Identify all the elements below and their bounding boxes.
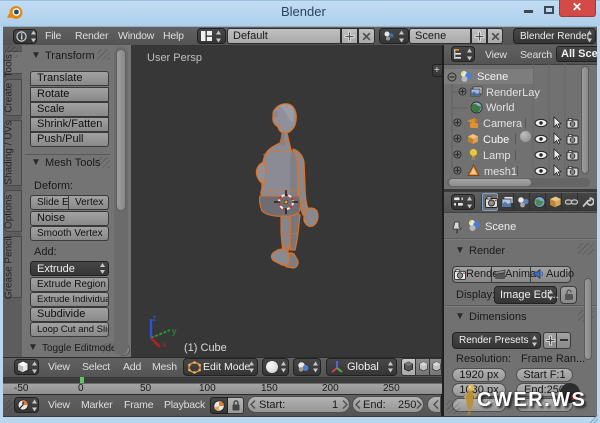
svg-text:z: z [152, 313, 157, 323]
svg-text:y: y [172, 326, 177, 336]
svg-text:x: x [162, 339, 167, 349]
